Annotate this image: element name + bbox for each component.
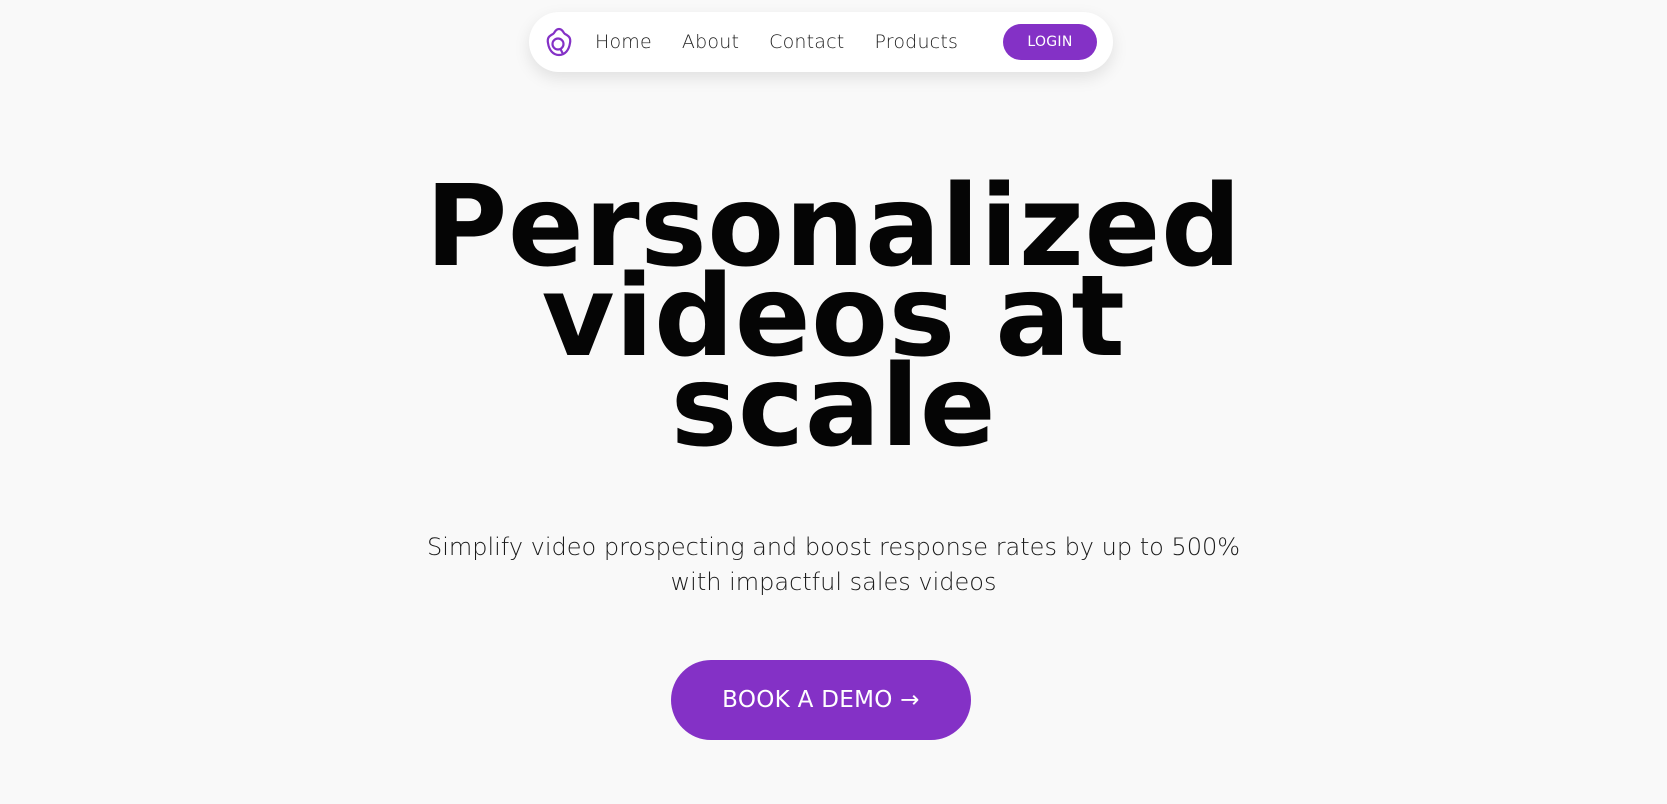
hero-subtitle-line-2: with impactful sales videos	[670, 568, 997, 596]
brand-logo-icon[interactable]	[543, 26, 575, 58]
hero-title: Personalized videos at scale	[0, 171, 1667, 472]
nav-link-products[interactable]: Products	[874, 31, 958, 53]
hero-subtitle: Simplify video prospecting and boost res…	[0, 530, 1667, 600]
nav-link-about[interactable]: About	[682, 31, 739, 53]
nav-link-home[interactable]: Home	[595, 31, 652, 53]
book-demo-button[interactable]: BOOK A DEMO →	[671, 660, 971, 740]
nav-links: Home About Contact Products	[595, 31, 988, 53]
hero-title-line-3: scale	[670, 342, 997, 472]
hero-subtitle-line-1: Simplify video prospecting and boost res…	[426, 533, 1241, 561]
login-button[interactable]: LOGIN	[1003, 24, 1097, 60]
navbar: Home About Contact Products LOGIN	[529, 12, 1113, 72]
nav-link-contact[interactable]: Contact	[769, 31, 844, 53]
